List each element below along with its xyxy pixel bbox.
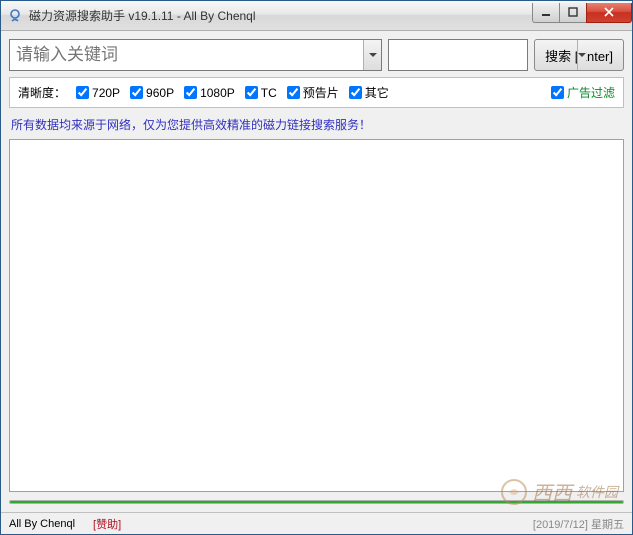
close-button[interactable] [586,3,632,23]
window-controls [533,3,632,23]
category-input[interactable] [389,48,577,63]
app-window: 磁力资源搜索助手 v19.1.11 - All By Chenql 搜索 [ [0,0,633,535]
chevron-down-icon[interactable] [577,40,586,70]
progressbar-fill [10,501,623,503]
notice-text: 所有数据均来源于网络，仅为您提供高效精准的磁力链接搜索服务！ [9,114,624,133]
maximize-button[interactable] [559,3,587,23]
donate-link[interactable]: [赞助] [93,516,121,532]
status-date: [2019/7/12] 星期五 [533,516,624,532]
minimize-icon [541,7,551,17]
titlebar[interactable]: 磁力资源搜索助手 v19.1.11 - All By Chenql [1,1,632,31]
filter-label: 清晰度： [18,84,66,101]
progressbar [9,500,624,504]
keyword-combo[interactable] [9,39,382,71]
checkbox-720p[interactable] [76,86,89,99]
chevron-down-icon[interactable] [363,40,381,70]
filter-trailer[interactable]: 预告片 [287,84,339,101]
checkbox-ad-filter[interactable] [551,86,564,99]
category-combo[interactable] [388,39,528,71]
statusbar: All By Chenql [赞助] [2019/7/12] 星期五 [1,512,632,534]
maximize-icon [568,7,578,17]
filter-1080p[interactable]: 1080P [184,86,235,100]
filter-960p[interactable]: 960P [130,86,174,100]
filter-720p[interactable]: 720P [76,86,120,100]
minimize-button[interactable] [532,3,560,23]
checkbox-tc[interactable] [245,86,258,99]
checkbox-960p[interactable] [130,86,143,99]
filter-ad[interactable]: 广告过滤 [551,84,615,101]
client-area: 搜索 [Enter] 清晰度： 720P 960P 1080P TC [1,31,632,512]
filter-row: 清晰度： 720P 960P 1080P TC 预告片 [9,77,624,108]
close-icon [603,7,615,17]
search-row: 搜索 [Enter] [9,39,624,71]
filter-tc[interactable]: TC [245,86,277,100]
filter-other[interactable]: 其它 [349,84,389,101]
checkbox-other[interactable] [349,86,362,99]
results-panel[interactable] [9,139,624,492]
checkbox-trailer[interactable] [287,86,300,99]
checkbox-1080p[interactable] [184,86,197,99]
status-author: All By Chenql [9,518,75,530]
app-icon [7,8,23,24]
window-title: 磁力资源搜索助手 v19.1.11 - All By Chenql [29,7,533,24]
keyword-input[interactable] [10,45,363,65]
